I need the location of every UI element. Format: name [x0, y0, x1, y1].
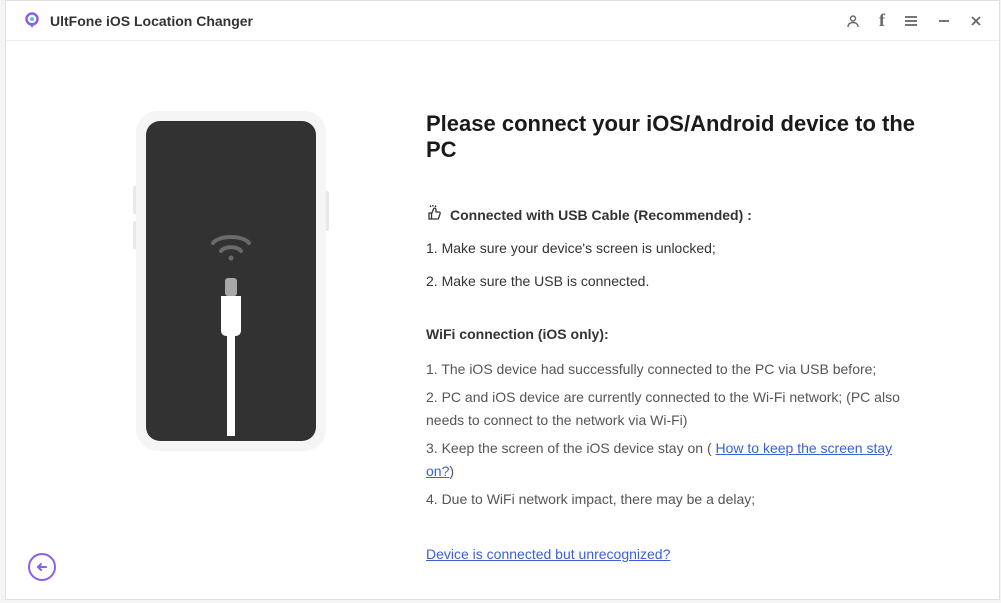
phone-screen	[146, 121, 316, 441]
menu-icon[interactable]	[903, 13, 919, 29]
usb-cable-icon	[211, 276, 251, 441]
back-button[interactable]	[28, 553, 56, 581]
app-window: UltFone iOS Location Changer f	[5, 0, 1000, 600]
titlebar-right: f	[845, 10, 983, 31]
close-button[interactable]	[969, 14, 983, 28]
account-icon[interactable]	[845, 13, 861, 29]
minimize-button[interactable]	[937, 14, 951, 28]
wifi-step-1: 1. The iOS device had successfully conne…	[426, 358, 919, 380]
main-content: Please connect your iOS/Android device t…	[6, 41, 999, 564]
phone-illustration	[136, 111, 326, 564]
titlebar: UltFone iOS Location Changer f	[6, 1, 999, 41]
app-logo-icon	[22, 11, 42, 31]
instructions-panel: Please connect your iOS/Android device t…	[426, 111, 959, 564]
wifi-section-heading: WiFi connection (iOS only):	[426, 326, 919, 342]
wifi-step-4: 4. Due to WiFi network impact, there may…	[426, 488, 919, 510]
titlebar-left: UltFone iOS Location Changer	[22, 11, 253, 31]
phone-frame	[136, 111, 326, 451]
unrecognized-device-link[interactable]: Device is connected but unrecognized?	[426, 546, 670, 562]
wifi-icon	[209, 229, 253, 268]
facebook-icon[interactable]: f	[879, 10, 885, 31]
thumbs-up-icon	[426, 205, 442, 224]
usb-step-2: 2. Make sure the USB is connected.	[426, 271, 919, 292]
usb-step-1: 1. Make sure your device's screen is unl…	[426, 238, 919, 259]
usb-section-heading: Connected with USB Cable (Recommended) :	[426, 205, 919, 224]
page-title: Please connect your iOS/Android device t…	[426, 111, 919, 163]
wifi-step-2: 2. PC and iOS device are currently conne…	[426, 386, 919, 431]
app-title: UltFone iOS Location Changer	[50, 13, 253, 29]
wifi-step-3: 3. Keep the screen of the iOS device sta…	[426, 437, 919, 482]
